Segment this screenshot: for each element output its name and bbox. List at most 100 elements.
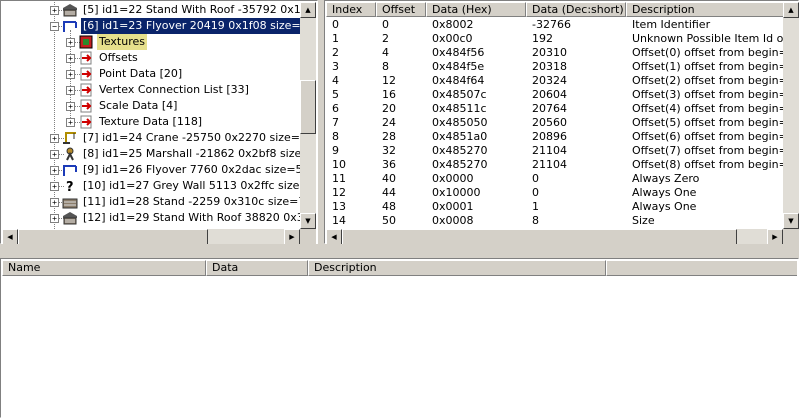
expand-icon[interactable]: + xyxy=(66,70,75,79)
table-cell: 5 xyxy=(332,88,339,101)
tree-node[interactable]: + [8] id1=25 Marshall -21862 0x2bf8 size=… xyxy=(2,146,300,162)
table-cell: 16 xyxy=(382,88,396,101)
grid-column-header[interactable]: Data (Hex) xyxy=(426,2,526,17)
tree-horizontal-scrollbar[interactable]: ◀ ▶ xyxy=(2,229,300,245)
tree-node[interactable]: − [6] id1=23 Flyover 20419 0x1f08 size=87… xyxy=(2,18,300,34)
grid-scroll-up-button[interactable]: ▲ xyxy=(783,2,799,18)
tree-vertical-scrollbar[interactable]: ▲ ▼ xyxy=(300,2,316,229)
grid-vertical-scrollbar[interactable]: ▲ ▼ xyxy=(783,2,799,229)
table-row[interactable]: 10 36 0x485270 21104 Offset(8) offset from b… xyxy=(326,158,783,172)
tree-node[interactable]: + [7] id1=24 Crane -25750 0x2270 size=244… xyxy=(2,130,300,146)
details-column-header[interactable]: Name xyxy=(2,260,206,276)
stand-icon xyxy=(62,195,78,209)
table-row[interactable]: 9 32 0x485270 21104 Offset(7) offset from be… xyxy=(326,144,783,158)
expand-icon[interactable]: + xyxy=(50,198,59,207)
details-header-row: Name Data Description xyxy=(2,260,797,276)
table-row[interactable]: 6 20 0x48511c 20764 Offset(4) offset from be… xyxy=(326,102,783,116)
expand-icon[interactable]: + xyxy=(66,54,75,63)
table-row[interactable]: 13 48 0x0001 1 Always One xyxy=(326,200,783,214)
tree-child-node[interactable]: + Offsets xyxy=(2,50,300,66)
table-cell: 4 xyxy=(382,46,389,59)
table-cell: 36 xyxy=(382,158,396,171)
table-row[interactable]: 1 2 0x00c0 192 Unknown Possible Item Id or O… xyxy=(326,32,783,46)
expand-icon[interactable]: + xyxy=(50,214,59,223)
grid-column-header[interactable]: Index xyxy=(326,2,376,17)
expand-icon[interactable]: + xyxy=(66,118,75,127)
tree-child-node[interactable]: + Point Data [20] xyxy=(2,66,300,82)
tree-scroll-up-button[interactable]: ▲ xyxy=(300,2,316,18)
table-cell: 0 xyxy=(532,186,539,199)
object-tree-pane[interactable]: + [5] id1=22 Stand With Roof -35792 0x1c6… xyxy=(0,0,318,245)
table-row[interactable]: 3 8 0x484f5e 20318 Offset(1) offset from beg… xyxy=(326,60,783,74)
table-cell: 0x8002 xyxy=(432,18,474,31)
horizontal-splitter[interactable] xyxy=(0,244,799,258)
expand-icon[interactable]: + xyxy=(50,182,59,191)
expand-icon[interactable]: + xyxy=(50,166,59,175)
tree-child-node[interactable]: + Scale Data [4] xyxy=(2,98,300,114)
crane-icon xyxy=(62,131,78,145)
table-cell: 14 xyxy=(332,214,346,227)
expand-icon[interactable]: + xyxy=(50,150,59,159)
tree-node-label: Offsets xyxy=(99,51,138,64)
data-grid[interactable]: Index Offset Data (Hex) Data (Dec:short) Des… xyxy=(326,2,783,229)
tree-child-node[interactable]: + Vertex Connection List [33] xyxy=(2,82,300,98)
table-row[interactable]: 12 44 0x10000 0 Always One xyxy=(326,186,783,200)
tree-scroll-right-button[interactable]: ▶ xyxy=(284,229,300,245)
details-column-header[interactable]: Description xyxy=(308,260,606,276)
details-list-pane[interactable]: Name Data Description xyxy=(0,258,799,418)
table-row[interactable]: 8 28 0x4851a0 20896 Offset(6) offset from be… xyxy=(326,130,783,144)
tree-hscroll-thumb[interactable] xyxy=(18,229,208,245)
table-cell: 21104 xyxy=(532,144,567,157)
tree-node[interactable]: + [12] id1=29 Stand With Roof 38820 0x33c… xyxy=(2,210,300,226)
grid-scroll-left-button[interactable]: ◀ xyxy=(326,229,342,245)
expand-icon[interactable]: + xyxy=(50,6,59,15)
expand-icon[interactable]: + xyxy=(50,134,59,143)
tree-node-label: [5] id1=22 Stand With Roof -35792 0x1c68… xyxy=(83,3,300,16)
grid-column-header[interactable]: Description xyxy=(626,2,783,17)
data-grid-pane[interactable]: Index Offset Data (Hex) Data (Dec:short) Des… xyxy=(324,0,799,245)
tree-scroll-down-button[interactable]: ▼ xyxy=(300,213,316,229)
grid-scroll-right-button[interactable]: ▶ xyxy=(767,229,783,245)
table-row[interactable]: 0 0 0x8002 -32766 Item Identifier xyxy=(326,18,783,32)
grid-horizontal-scrollbar[interactable]: ◀ ▶ xyxy=(326,229,783,245)
tree-child-node[interactable]: + Textures xyxy=(2,34,300,50)
table-cell: 12 xyxy=(332,186,346,199)
table-cell: 8 xyxy=(532,214,539,227)
tree-node[interactable]: + [9] id1=26 Flyover 7760 0x2dac size=592… xyxy=(2,162,300,178)
table-cell: Offset(2) offset from begin=14 xyxy=(632,74,783,87)
table-cell: 3 xyxy=(332,60,339,73)
expand-icon[interactable]: + xyxy=(66,102,75,111)
expand-icon[interactable]: + xyxy=(66,38,75,47)
table-row[interactable]: 2 4 0x484f56 20310 Offset(0) offset from beg… xyxy=(326,46,783,60)
collapse-icon[interactable]: − xyxy=(50,22,59,31)
grid-column-header[interactable]: Data (Dec:short) xyxy=(526,2,626,17)
textures-icon xyxy=(78,35,94,49)
table-cell: Offset(7) offset from begin=794 xyxy=(632,144,783,157)
details-column-header[interactable] xyxy=(606,260,797,276)
tree-node[interactable]: + [5] id1=22 Stand With Roof -35792 0x1c6… xyxy=(2,2,300,18)
flyover-icon xyxy=(62,163,78,177)
tree-node[interactable]: +? [10] id1=27 Grey Wall 5113 0x2ffc size… xyxy=(2,178,300,195)
tree-scroll-left-button[interactable]: ◀ xyxy=(2,229,18,245)
object-tree[interactable]: + [5] id1=22 Stand With Roof -35792 0x1c6… xyxy=(2,2,300,229)
table-cell: Always One xyxy=(632,186,697,199)
table-row[interactable]: 7 24 0x485050 20560 Offset(5) offset from be… xyxy=(326,116,783,130)
expand-icon[interactable]: + xyxy=(66,86,75,95)
details-list[interactable]: Name Data Description xyxy=(2,260,797,416)
flyover-icon xyxy=(62,19,78,33)
tree-scroll-thumb[interactable] xyxy=(300,80,316,134)
table-cell: Offset(1) offset from begin=8 xyxy=(632,60,783,73)
table-row[interactable]: 5 16 0x48507c 20604 Offset(3) offset from be… xyxy=(326,88,783,102)
table-row[interactable]: 14 50 0x0008 8 Size xyxy=(326,214,783,228)
table-row[interactable]: 4 12 0x484f64 20324 Offset(2) offset from be… xyxy=(326,74,783,88)
table-cell: 20764 xyxy=(532,102,567,115)
tree-node[interactable]: + [11] id1=28 Stand -2259 0x310c size=704… xyxy=(2,194,300,210)
details-column-header[interactable]: Data xyxy=(206,260,308,276)
table-cell: 13 xyxy=(332,200,346,213)
grid-scroll-down-button[interactable]: ▼ xyxy=(783,213,799,229)
grid-hscroll-thumb[interactable] xyxy=(342,229,737,245)
tree-child-node[interactable]: + Texture Data [118] xyxy=(2,114,300,130)
red-arrow-icon xyxy=(78,67,94,81)
table-row[interactable]: 11 40 0x0000 0 Always Zero xyxy=(326,172,783,186)
grid-column-header[interactable]: Offset xyxy=(376,2,426,17)
